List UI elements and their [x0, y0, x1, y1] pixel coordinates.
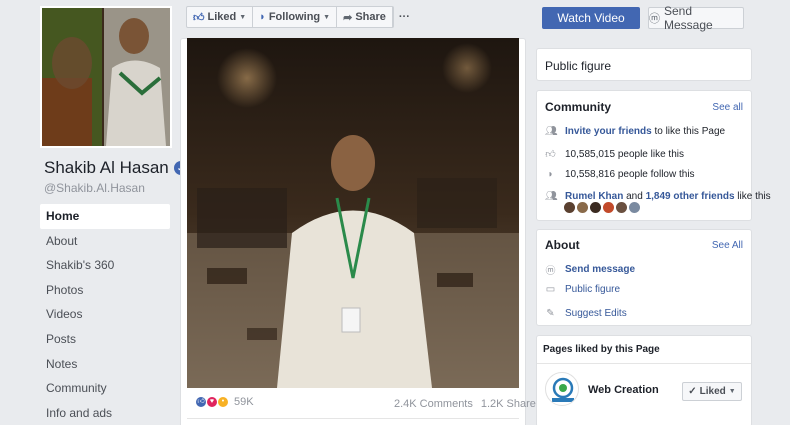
profile-picture[interactable]: [40, 6, 172, 148]
nav-item-videos[interactable]: Videos: [40, 302, 170, 327]
messenger-icon: ⓜ: [545, 266, 556, 277]
tag-icon: ▭: [545, 284, 556, 295]
friend-and-text: and: [626, 191, 643, 202]
category-label: Public figure: [545, 59, 612, 73]
friend-avatars: [564, 202, 640, 213]
pencil-icon: ✎: [546, 308, 555, 319]
nav-item-posts[interactable]: Posts: [40, 327, 170, 352]
other-friends-link[interactable]: 1,849 other friends: [646, 191, 735, 202]
liked-label: Liked: [207, 11, 237, 23]
messenger-icon: ⓜ: [649, 13, 660, 25]
nav-item-community[interactable]: Community: [40, 376, 170, 401]
rss-icon: ◗: [259, 11, 266, 23]
share-button[interactable]: ➦ Share: [337, 7, 393, 27]
suggest-edits-link[interactable]: Suggest Edits: [565, 308, 627, 319]
category-card: Public figure: [536, 48, 752, 81]
thumb-up-icon: 👍︎: [545, 149, 556, 160]
avatar[interactable]: [616, 202, 627, 213]
web-creation-logo[interactable]: [545, 372, 579, 406]
liked-page-button[interactable]: ✓ Liked ▼: [682, 382, 742, 401]
thumb-up-icon: 👍︎: [193, 11, 205, 24]
avatar[interactable]: [629, 202, 640, 213]
more-options-button[interactable]: ···: [393, 7, 416, 27]
share-label: Share: [355, 11, 386, 23]
reaction-summary[interactable]: 👍︎ ♥ • 59K: [195, 396, 254, 408]
reaction-count: 59K: [234, 396, 254, 408]
follows-row: ◗ 10,558,816 people follow this: [545, 169, 695, 180]
divider: [537, 363, 751, 364]
liked-page-button-label: Liked: [699, 386, 726, 397]
nav-item-home[interactable]: Home: [40, 204, 170, 229]
community-see-all-link[interactable]: See all: [712, 102, 743, 113]
shares-count[interactable]: 1.2K Shares: [481, 398, 542, 410]
chevron-down-icon: ▼: [323, 13, 331, 21]
page-action-bar: 👍︎ Liked ▼ ◗ Following ▼ ➦ Share ···: [186, 6, 410, 28]
page-name-text: Shakib Al Hasan: [44, 158, 169, 177]
send-message-button[interactable]: ⓜ Send Message: [648, 4, 744, 32]
friend-name-link[interactable]: Rumel Khan: [565, 191, 623, 202]
about-card: About See All ⓜ Send message ▭ Public fi…: [536, 229, 752, 326]
follows-count: 10,558,816 people follow this: [565, 169, 695, 180]
check-icon: ✓: [688, 386, 697, 397]
chevron-down-icon: ▼: [239, 13, 247, 21]
following-label: Following: [268, 11, 321, 23]
likes-count: 10,585,015 people like this: [565, 148, 684, 160]
about-send-message-link[interactable]: Send message: [565, 264, 635, 275]
about-send-message-row: ⓜ Send message: [545, 262, 636, 277]
liked-button[interactable]: 👍︎ Liked ▼: [187, 7, 254, 27]
page-username: @Shakib.Al.Hasan: [44, 181, 145, 195]
nav-item-360[interactable]: Shakib's 360: [40, 253, 170, 278]
post-photo[interactable]: [187, 38, 519, 388]
share-arrow-icon: ➦: [343, 11, 353, 24]
pages-liked-title: Pages liked by this Page: [543, 344, 660, 355]
people-icon: 👥︎: [545, 191, 558, 202]
chevron-down-icon: ▼: [728, 388, 736, 395]
rss-icon: ◗: [547, 169, 554, 180]
avatar[interactable]: [577, 202, 588, 213]
friend-rest-text: like this: [737, 191, 771, 202]
page-title[interactable]: Shakib Al Hasan ✓: [44, 158, 188, 178]
send-message-label: Send Message: [664, 4, 713, 32]
nav-item-about[interactable]: About: [40, 229, 170, 254]
avatar[interactable]: [564, 202, 575, 213]
people-icon: 👥︎: [545, 126, 558, 137]
about-category-row: ▭ Public figure: [545, 284, 620, 295]
about-title: About: [545, 238, 580, 252]
suggest-edits-row: ✎ Suggest Edits: [545, 308, 627, 319]
left-nav: Home About Shakib's 360 Photos Videos Po…: [40, 204, 170, 425]
post-divider: [187, 418, 519, 419]
wow-reaction-icon: •: [217, 396, 229, 408]
nav-item-notes[interactable]: Notes: [40, 352, 170, 377]
likes-row: 👍︎ 10,585,015 people like this: [545, 148, 684, 161]
invite-friends-row: 👥︎ Invite your friends to like this Page: [545, 126, 725, 137]
friends-like-row: 👥︎ Rumel Khan and 1,849 other friends li…: [545, 191, 771, 202]
comments-count[interactable]: 2.4K Comments: [394, 398, 473, 410]
invite-rest-text: to like this Page: [654, 126, 726, 137]
about-see-all-link[interactable]: See All: [712, 240, 743, 251]
liked-page-name[interactable]: Web Creation: [588, 384, 659, 396]
pages-liked-card: Pages liked by this Page Web Creation ✓ …: [536, 335, 752, 425]
invite-friends-link[interactable]: Invite your friends: [565, 126, 652, 137]
avatar[interactable]: [603, 202, 614, 213]
avatar[interactable]: [590, 202, 601, 213]
community-title: Community: [545, 100, 611, 114]
more-label: ···: [398, 11, 410, 23]
nav-item-photos[interactable]: Photos: [40, 278, 170, 303]
post-stats: 2.4K Comments 1.2K Shares: [394, 398, 541, 410]
nav-item-info-and-ads[interactable]: Info and ads: [40, 401, 170, 425]
following-button[interactable]: ◗ Following ▼: [253, 7, 338, 27]
watch-video-button[interactable]: Watch Video: [542, 7, 640, 29]
about-category-link[interactable]: Public figure: [565, 284, 620, 295]
